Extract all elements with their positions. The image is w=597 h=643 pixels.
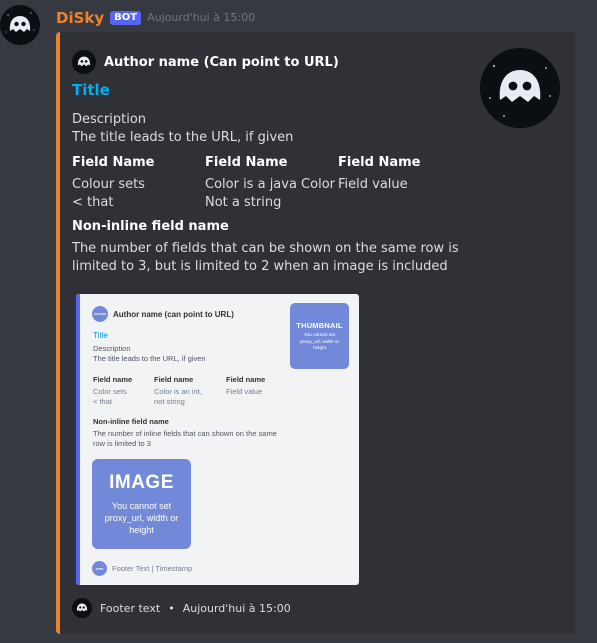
field-value: Field value [338,177,408,192]
field-value: Color sets [93,387,127,396]
embed-image[interactable]: AUTHOR Author name (can point to URL) Ti… [76,294,359,585]
image-author-name: Author name (can point to URL) [113,309,234,319]
footer-timestamp: Aujourd'hui à 15:00 [182,601,291,615]
image-embed-field: Field name Color sets < that [93,375,154,407]
image-title: IMAGE [109,472,174,493]
field-value: The number of fields that can be shown o… [72,241,459,274]
ghost-avatar-icon [72,50,96,74]
description-line: Description [72,112,147,127]
field-value: not string [154,397,185,406]
footer-icon [72,598,92,618]
image-embed-author: AUTHOR Author name (can point to URL) [92,306,234,322]
author-icon: AUTHOR [92,306,108,322]
embed-field: Field Name Color is a java Color Not a s… [205,154,338,212]
embed-field: Field Name Colour sets < that [72,154,205,212]
footer-text: Footer text [100,601,161,615]
embed-title[interactable]: Title [72,81,110,99]
image-embed-title: Title [93,331,108,340]
image-embed-fields: Field name Color sets < that Field name … [93,375,286,407]
field-name: Non-inline field name [93,417,169,426]
embed-footer: Footer text • Aujourd'hui à 15:00 [72,598,291,618]
image-subtitle: You cannot set proxy_url, width or heigh… [104,501,179,535]
field-value: < that [93,397,112,406]
ghost-avatar-icon [480,48,560,128]
image-embed-non-inline-field: Non-inline field name The number of inli… [93,417,283,449]
image-embed-field: Field name Field value [226,375,286,407]
image-embed-description: Description The title leads to the URL, … [93,344,206,364]
field-value: Color is a java Color [205,177,335,192]
user-avatar[interactable] [0,5,40,45]
field-value: The number of inline fields that can sho… [93,429,277,448]
ghost-avatar-icon [0,5,40,45]
message-header: DiSky BOT Aujourd'hui à 15:00 [56,8,255,28]
image-thumbnail-placeholder: THUMBNAIL You cannot set proxy_url, widt… [290,303,349,369]
description-line: The title leads to the URL, if given [72,130,294,145]
username[interactable]: DiSky [56,8,104,28]
embed-field: Field Name Field value [338,154,471,212]
embed-color-bar [56,32,60,634]
embed-fields: Field Name Colour sets < that Field Name… [72,154,471,212]
thumbnail-subtitle: You cannot set proxy_url, width or heigh… [299,333,340,351]
description-line: Description [93,344,131,353]
author-name[interactable]: Author name (Can point to URL) [104,55,339,70]
embed-description: Description The title leads to the URL, … [72,111,293,147]
embed-author[interactable]: Author name (Can point to URL) [72,50,339,74]
footer-icon: ICON [92,561,107,576]
field-value: Colour sets [72,177,145,192]
embed-non-inline-field: Non-inline field name The number of fiel… [72,218,472,276]
field-value: < that [72,195,114,210]
embed: Author name (Can point to URL) Title Des… [56,32,575,634]
field-name: Field Name [72,155,155,170]
field-name: Field Name [205,155,288,170]
footer-separator: • [168,601,175,615]
thumbnail-title: THUMBNAIL [296,321,343,330]
field-value: Field value [226,387,263,396]
field-name: Field Name [338,155,421,170]
image-embed-field: Field name Color is an int, not string [154,375,215,407]
image-footer-text: Footer Text | Timestamp [112,564,193,573]
message-timestamp[interactable]: Aujourd'hui à 15:00 [147,8,255,28]
author-icon [72,50,96,74]
field-value: Color is an int, [154,387,202,396]
image-embed-color-bar [76,294,80,585]
field-value: Not a string [205,195,282,210]
image-embed-footer: ICON Footer Text | Timestamp [92,561,192,576]
bot-badge: BOT [110,11,142,25]
ghost-avatar-icon [72,598,92,618]
field-name: Non-inline field name [72,219,229,234]
field-name: Field name [93,375,133,384]
field-name: Field name [154,375,194,384]
field-name: Field name [226,375,266,384]
image-placeholder: IMAGE You cannot set proxy_url, width or… [92,459,191,549]
embed-thumbnail[interactable] [480,48,560,128]
description-line: The title leads to the URL, if given [93,354,206,363]
